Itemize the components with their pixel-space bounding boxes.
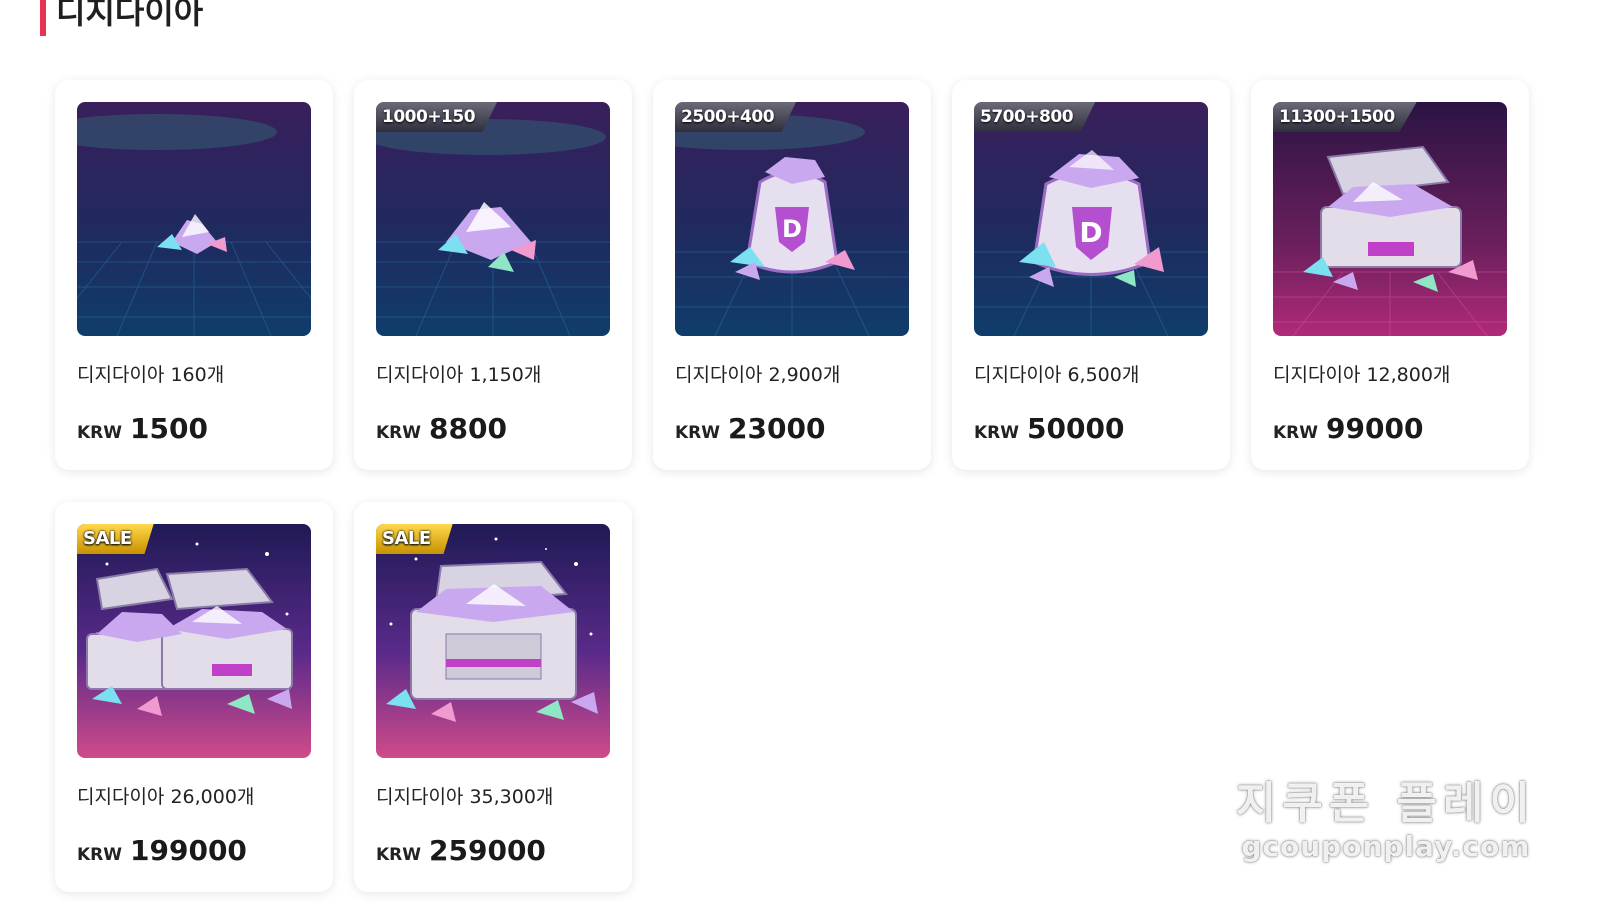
product-name: 디지다이아 2,900개: [675, 364, 841, 386]
product-card[interactable]: D 2500+400 디지다이아 2,900개 KRW 23000: [653, 80, 931, 470]
product-price: KRW 23000: [675, 412, 825, 445]
svg-text:D: D: [782, 215, 802, 243]
price-value: 1500: [130, 412, 208, 445]
price-currency: KRW: [376, 845, 422, 865]
bonus-badge: 11300+1500: [1273, 102, 1417, 132]
bonus-badge: 1000+150: [376, 102, 498, 132]
product-card[interactable]: 1000+150 디지다이아 1,150개 KRW 8800: [354, 80, 632, 470]
price-currency: KRW: [376, 423, 422, 443]
product-price: KRW 259000: [376, 834, 546, 867]
product-card[interactable]: SALE 디지다이아 26,000개 KRW 199000: [55, 502, 333, 892]
price-currency: KRW: [675, 423, 721, 443]
product-card[interactable]: 디지다이아 160개 KRW 1500: [55, 80, 333, 470]
product-name: 디지다이아 26,000개: [77, 786, 255, 808]
product-price: KRW 99000: [1273, 412, 1423, 445]
product-card[interactable]: SALE 디지다이아 35,300개 KRW 259000: [354, 502, 632, 892]
product-price: KRW 199000: [77, 834, 247, 867]
product-price: KRW 1500: [77, 412, 208, 445]
price-currency: KRW: [1273, 423, 1319, 443]
product-price: KRW 8800: [376, 412, 507, 445]
product-image: D 5700+800: [974, 102, 1208, 336]
product-name: 디지다이아 1,150개: [376, 364, 542, 386]
product-image: D 2500+400: [675, 102, 909, 336]
product-image: 11300+1500: [1273, 102, 1507, 336]
product-name: 디지다이아 6,500개: [974, 364, 1140, 386]
product-image: 1000+150: [376, 102, 610, 336]
product-name: 디지다이아 160개: [77, 364, 225, 386]
section-title: 디지다이아: [56, 0, 204, 31]
product-name: 디지다이아 12,800개: [1273, 364, 1451, 386]
product-grid: 디지다이아 160개 KRW 1500 1000+150 디지다이아 1,150…: [55, 80, 1529, 892]
price-currency: KRW: [974, 423, 1020, 443]
watermark: 지쿠폰 플레이 gcouponplay.com: [1236, 778, 1536, 864]
product-card[interactable]: D 5700+800 디지다이아 6,500개 KRW 50000: [952, 80, 1230, 470]
section-header: 디지다이아: [40, 0, 203, 36]
product-image: SALE: [77, 524, 311, 758]
product-card[interactable]: 11300+1500 디지다이아 12,800개 KRW 99000: [1251, 80, 1529, 470]
svg-text:D: D: [1079, 216, 1102, 249]
price-value: 259000: [429, 834, 546, 867]
bonus-badge: 5700+800: [974, 102, 1096, 132]
price-currency: KRW: [77, 423, 123, 443]
sale-badge: SALE: [77, 524, 154, 554]
price-value: 23000: [728, 412, 826, 445]
price-value: 50000: [1027, 412, 1125, 445]
watermark-url: gcouponplay.com: [1241, 830, 1531, 863]
price-value: 99000: [1326, 412, 1424, 445]
product-image: [77, 102, 311, 336]
price-value: 199000: [130, 834, 247, 867]
product-name: 디지다이아 35,300개: [376, 786, 554, 808]
product-price: KRW 50000: [974, 412, 1124, 445]
product-image: SALE: [376, 524, 610, 758]
bonus-badge: 2500+400: [675, 102, 797, 132]
price-currency: KRW: [77, 845, 123, 865]
watermark-korean: 지쿠폰 플레이: [1235, 778, 1536, 829]
sale-badge: SALE: [376, 524, 453, 554]
price-value: 8800: [429, 412, 507, 445]
section-accent-bar: [40, 0, 46, 36]
